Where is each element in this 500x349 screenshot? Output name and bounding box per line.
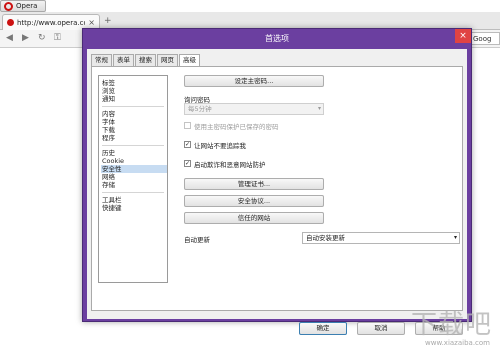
dialog-title: 首选项 (265, 34, 289, 43)
use-master-password-label: 使用主密码保护已保存的密码 (194, 123, 279, 131)
tab-title: http://www.opera.co... (17, 18, 85, 27)
manage-certificates-button[interactable]: 管理证书... (184, 178, 324, 190)
category-item-history[interactable]: 历史 (101, 149, 167, 157)
auto-update-label: 自动更新 (184, 236, 210, 244)
dialog-tabs: 常规 表单 搜索 网页 高级 (91, 54, 200, 67)
auto-update-value: 自动安装更新 (306, 234, 345, 242)
opera-logo-icon (4, 1, 13, 11)
opera-menu-button[interactable]: Opera (0, 0, 46, 12)
ok-button[interactable]: 确定 (299, 322, 347, 335)
advanced-panel: 标签 浏览 通知 内容 字体 下载 程序 历史 Cookie 安全性 网络 存储… (91, 66, 463, 311)
category-item-downloads[interactable]: 下载 (101, 126, 167, 134)
category-item-content[interactable]: 内容 (101, 110, 167, 118)
category-divider (102, 106, 164, 107)
opera-favicon-icon (7, 19, 14, 26)
opera-menu-label: Opera (16, 2, 38, 10)
category-list[interactable]: 标签 浏览 通知 内容 字体 下载 程序 历史 Cookie 安全性 网络 存储… (98, 75, 168, 283)
do-not-track-checkbox[interactable]: ✓ (184, 141, 191, 148)
ask-password-value: 每5分钟 (188, 105, 212, 113)
category-item-network[interactable]: 网络 (101, 173, 167, 181)
close-icon[interactable]: × (455, 29, 471, 43)
category-item-cookie[interactable]: Cookie (101, 157, 167, 165)
search-field[interactable]: Goog (470, 32, 500, 45)
tab-webpages[interactable]: 网页 (157, 54, 178, 66)
trusted-sites-button[interactable]: 信任的网站 (184, 212, 324, 224)
do-not-track-label: 让网站不要追踪我 (194, 142, 246, 150)
dialog-body: 常规 表单 搜索 网页 高级 标签 浏览 通知 内容 字体 下载 程序 历史 C… (87, 49, 467, 335)
back-icon[interactable]: ◀ (6, 33, 13, 43)
chevron-down-icon: ▾ (317, 105, 321, 112)
key-icon[interactable]: ⚿ (54, 33, 61, 43)
category-item-security[interactable]: 安全性 (101, 165, 167, 173)
new-tab-button[interactable]: + (104, 16, 112, 26)
cancel-button[interactable]: 取消 (357, 322, 405, 335)
tab-forms[interactable]: 表单 (113, 54, 134, 66)
preferences-dialog: 首选项 × 常规 表单 搜索 网页 高级 标签 浏览 通知 内容 字体 下载 程… (82, 28, 472, 335)
fraud-protection-checkbox[interactable]: ✓ (184, 160, 191, 167)
reload-icon[interactable]: ↻ (38, 33, 46, 43)
use-master-password-checkbox[interactable] (184, 122, 191, 129)
category-divider (102, 192, 164, 193)
auto-update-select[interactable]: 自动安装更新 ▾ (302, 232, 460, 244)
watermark-url: www.xiazaiba.com (425, 339, 490, 347)
category-item-fonts[interactable]: 字体 (101, 118, 167, 126)
category-item-shortcuts[interactable]: 快捷键 (101, 204, 167, 212)
tab-general[interactable]: 常规 (91, 54, 112, 66)
category-item-programs[interactable]: 程序 (101, 134, 167, 142)
ask-password-select[interactable]: 每5分钟 ▾ (184, 103, 324, 115)
chevron-down-icon: ▾ (453, 234, 457, 241)
watermark-logo: 下载吧 (410, 310, 492, 340)
category-item-tabs[interactable]: 标签 (101, 79, 167, 87)
category-item-toolbars[interactable]: 工具栏 (101, 196, 167, 204)
security-protocols-button[interactable]: 安全协议... (184, 195, 324, 207)
forward-icon[interactable]: ▶ (22, 33, 29, 43)
category-item-notifications[interactable]: 通知 (101, 95, 167, 103)
close-tab-icon[interactable]: × (88, 18, 95, 27)
tab-search[interactable]: 搜索 (135, 54, 156, 66)
fraud-protection-label: 启动欺诈和恶意网站防护 (194, 161, 266, 169)
category-item-storage[interactable]: 存储 (101, 181, 167, 189)
set-master-password-button[interactable]: 设定主密码... (184, 75, 324, 87)
category-divider (102, 145, 164, 146)
category-item-browsing[interactable]: 浏览 (101, 87, 167, 95)
